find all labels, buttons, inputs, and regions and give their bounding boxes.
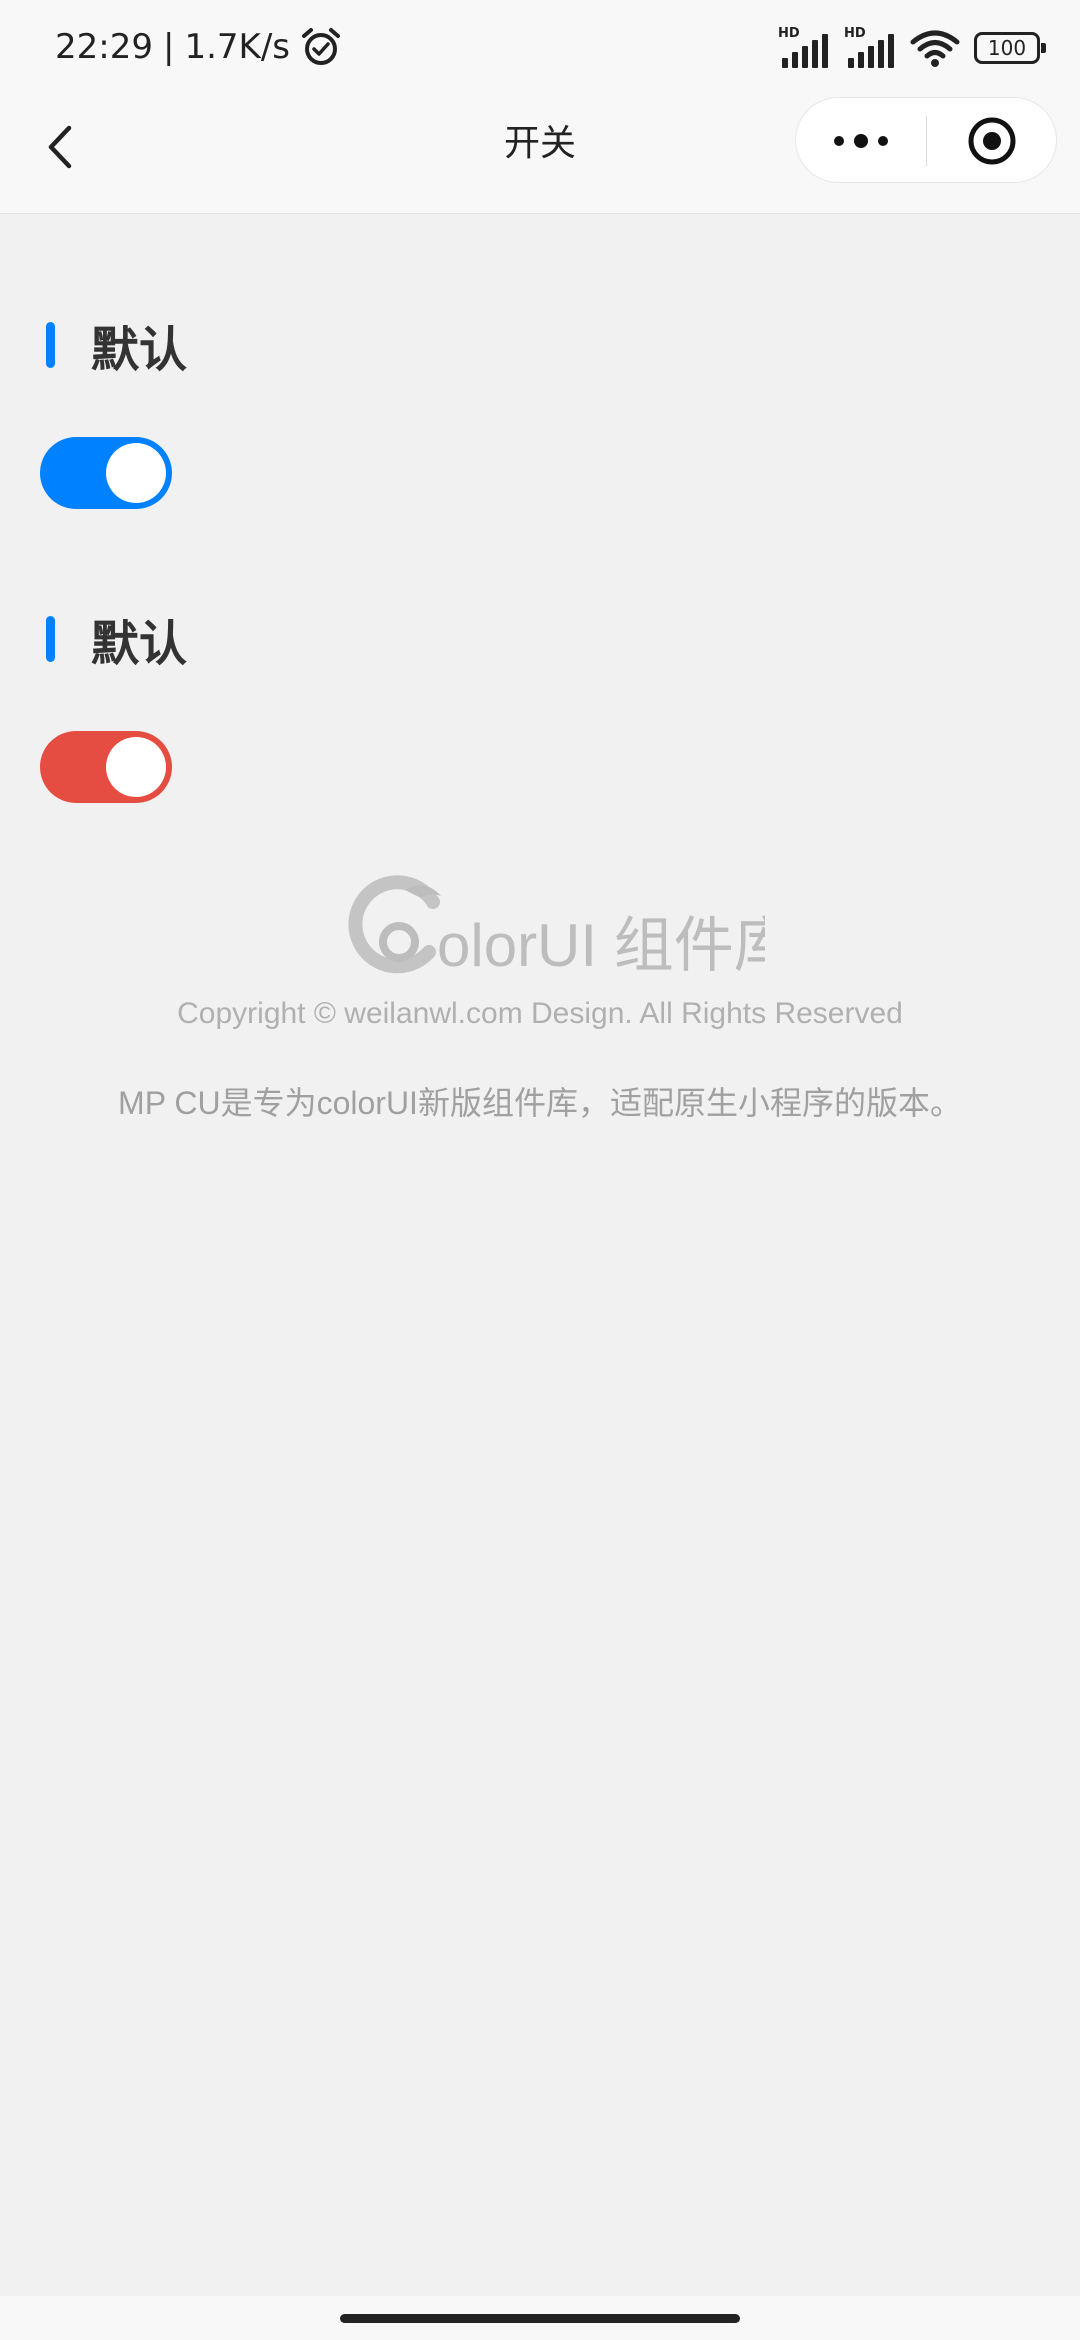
section-title-text: 默认 (91, 616, 188, 672)
switch-blue[interactable] (40, 437, 172, 509)
close-mini-program-button[interactable] (927, 98, 1057, 184)
navigation-bar: 开关 (0, 92, 1080, 214)
cellular-signal-icon: HD (844, 26, 896, 68)
status-right: HD HD 100 (778, 24, 1046, 72)
clock: 22:29 (55, 27, 153, 67)
colorui-logo: olorUI 组件库 (348, 875, 765, 979)
home-indicator[interactable] (340, 2314, 740, 2323)
wifi-icon (910, 30, 960, 67)
section-title-default-2: 默认 (46, 609, 187, 672)
cellular-signal-icon: HD (778, 26, 830, 68)
network-speed: 1.7K/s (184, 27, 290, 67)
section-accent-bar (46, 322, 55, 368)
switch-knob (106, 443, 166, 503)
status-left: 22:29 | 1.7K/s (55, 22, 342, 72)
battery-icon: 100 (974, 32, 1046, 64)
section-title-default-1: 默认 (46, 315, 187, 378)
switch-knob (106, 737, 166, 797)
copyright-text: Copyright © weilanwl.com Design. All Rig… (177, 997, 903, 1030)
description-text: MP CU是专为colorUI新版组件库，适配原生小程序的版本。 (118, 1085, 962, 1121)
target-icon (968, 117, 1016, 165)
section-accent-bar (46, 616, 55, 662)
switch-red[interactable] (40, 731, 172, 803)
status-divider: | (162, 27, 175, 67)
logo-text: olorUI 组件库 (437, 912, 765, 979)
more-button[interactable] (796, 98, 926, 184)
status-bar: 22:29 | 1.7K/s HD HD 100 (0, 0, 1080, 92)
more-dots-icon (834, 134, 888, 148)
mini-program-capsule (795, 97, 1057, 183)
battery-level: 100 (987, 36, 1027, 60)
section-title-text: 默认 (91, 322, 188, 378)
alarm-icon (302, 28, 340, 65)
